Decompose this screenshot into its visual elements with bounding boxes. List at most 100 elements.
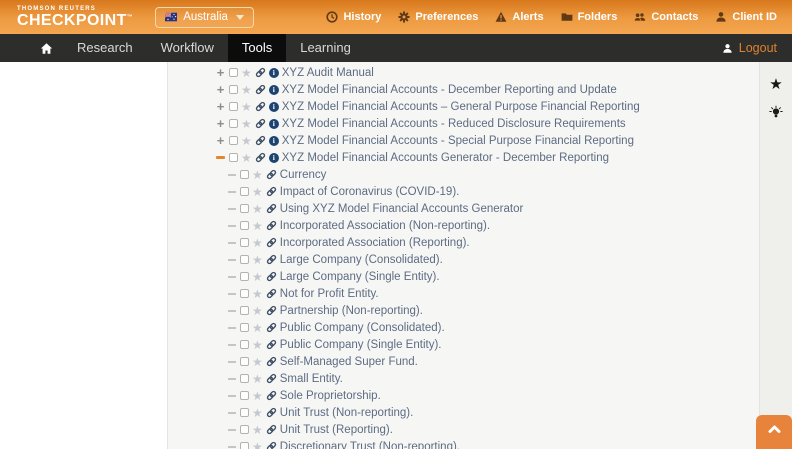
tree-item-label[interactable]: XYZ Audit Manual	[282, 67, 374, 79]
tab-tools[interactable]: Tools	[228, 34, 286, 62]
checkpoint-logo[interactable]: THOMSON REUTERS CHECKPOINT™	[17, 6, 133, 29]
checkbox[interactable]	[240, 306, 249, 315]
tree-item-label[interactable]: Public Company (Consolidated).	[280, 322, 445, 334]
region-selector[interactable]: Australia	[155, 7, 254, 28]
checkbox[interactable]	[240, 187, 249, 196]
home-icon[interactable]	[40, 42, 53, 55]
checkbox[interactable]	[240, 408, 249, 417]
star-icon[interactable]: ★	[252, 169, 263, 181]
tree-item-label[interactable]: Incorporated Association (Reporting).	[280, 237, 470, 249]
info-icon[interactable]: i	[269, 153, 279, 163]
star-icon[interactable]: ★	[252, 407, 263, 419]
star-icon[interactable]: ★	[252, 288, 263, 300]
checkbox[interactable]	[240, 323, 249, 332]
tree-item-label[interactable]: Self-Managed Super Fund.	[280, 356, 418, 368]
checkbox[interactable]	[240, 289, 249, 298]
tree-item-label[interactable]: Using XYZ Model Financial Accounts Gener…	[280, 203, 524, 215]
link-icon[interactable]	[266, 322, 277, 333]
back-to-top-button[interactable]	[756, 415, 792, 449]
expand-plus-icon[interactable]: +	[215, 100, 226, 113]
collapse-minus-icon[interactable]	[215, 156, 226, 159]
tab-learning[interactable]: Learning	[286, 34, 365, 62]
tree-item-label[interactable]: Currency	[280, 169, 327, 181]
tree-item-label[interactable]: XYZ Model Financial Accounts - Reduced D…	[282, 118, 626, 130]
checkbox[interactable]	[229, 136, 238, 145]
checkbox[interactable]	[240, 374, 249, 383]
tree-item-label[interactable]: Unit Trust (Non-reporting).	[280, 407, 414, 419]
checkbox[interactable]	[240, 255, 249, 264]
tree-item-label[interactable]: Large Company (Single Entity).	[280, 271, 440, 283]
checkbox[interactable]	[240, 221, 249, 230]
tab-workflow[interactable]: Workflow	[147, 34, 228, 62]
link-icon[interactable]	[255, 84, 266, 95]
expand-plus-icon[interactable]: +	[215, 66, 226, 79]
utility-alerts[interactable]: Alerts	[495, 11, 543, 23]
info-icon[interactable]: i	[269, 68, 279, 78]
tree-item-label[interactable]: Partnership (Non-reporting).	[280, 305, 423, 317]
star-icon[interactable]: ★	[252, 254, 263, 266]
info-icon[interactable]: i	[269, 85, 279, 95]
tab-research[interactable]: Research	[63, 34, 147, 62]
star-icon[interactable]: ★	[241, 118, 252, 130]
tree-item-label[interactable]: Discretionary Trust (Non-reporting).	[280, 441, 460, 449]
checkbox[interactable]	[229, 153, 238, 162]
star-icon[interactable]: ★	[252, 186, 263, 198]
link-icon[interactable]	[255, 118, 266, 129]
tree-item-label[interactable]: Unit Trust (Reporting).	[280, 424, 393, 436]
link-icon[interactable]	[266, 237, 277, 248]
tree-item-label[interactable]: XYZ Model Financial Accounts - December …	[282, 84, 617, 96]
checkbox[interactable]	[240, 170, 249, 179]
link-icon[interactable]	[266, 254, 277, 265]
link-icon[interactable]	[266, 407, 277, 418]
utility-preferences[interactable]: Preferences	[398, 11, 478, 23]
link-icon[interactable]	[266, 305, 277, 316]
utility-contacts[interactable]: Contacts	[634, 11, 698, 23]
expand-plus-icon[interactable]: +	[215, 134, 226, 147]
link-icon[interactable]	[266, 339, 277, 350]
link-icon[interactable]	[266, 220, 277, 231]
tree-item-label[interactable]: Not for Profit Entity.	[280, 288, 379, 300]
info-icon[interactable]: i	[269, 102, 279, 112]
star-icon[interactable]: ★	[252, 373, 263, 385]
star-icon[interactable]: ★	[252, 271, 263, 283]
link-icon[interactable]	[255, 101, 266, 112]
checkbox[interactable]	[240, 442, 249, 449]
link-icon[interactable]	[266, 186, 277, 197]
star-icon[interactable]: ★	[241, 152, 252, 164]
checkbox[interactable]	[240, 357, 249, 366]
checkbox[interactable]	[229, 85, 238, 94]
tree-item-label[interactable]: Public Company (Single Entity).	[280, 339, 442, 351]
tree-item-label[interactable]: Incorporated Association (Non-reporting)…	[280, 220, 490, 232]
star-icon[interactable]: ★	[241, 84, 252, 96]
tree-item-label[interactable]: Large Company (Consolidated).	[280, 254, 443, 266]
star-icon[interactable]: ★	[252, 322, 263, 334]
tree-item-label[interactable]: Sole Proprietorship.	[280, 390, 381, 402]
utility-history[interactable]: History	[326, 11, 381, 23]
favorites-star-icon[interactable]: ★	[769, 77, 782, 92]
link-icon[interactable]	[266, 424, 277, 435]
star-icon[interactable]: ★	[241, 67, 252, 79]
expand-plus-icon[interactable]: +	[215, 83, 226, 96]
lightbulb-icon[interactable]	[769, 105, 783, 119]
checkbox[interactable]	[240, 340, 249, 349]
checkbox[interactable]	[240, 238, 249, 247]
checkbox[interactable]	[240, 391, 249, 400]
tree-item-label[interactable]: XYZ Model Financial Accounts - Special P…	[282, 135, 634, 147]
link-icon[interactable]	[266, 169, 277, 180]
link-icon[interactable]	[266, 373, 277, 384]
info-icon[interactable]: i	[269, 119, 279, 129]
utility-folders[interactable]: Folders	[561, 11, 618, 23]
tree-item-label[interactable]: Impact of Coronavirus (COVID-19).	[280, 186, 460, 198]
checkbox[interactable]	[240, 425, 249, 434]
link-icon[interactable]	[266, 390, 277, 401]
checkbox[interactable]	[240, 204, 249, 213]
link-icon[interactable]	[266, 271, 277, 282]
info-icon[interactable]: i	[269, 136, 279, 146]
checkbox[interactable]	[229, 68, 238, 77]
star-icon[interactable]: ★	[252, 390, 263, 402]
tree-item-label[interactable]: Small Entity.	[280, 373, 343, 385]
utility-client-id[interactable]: Client ID	[715, 11, 777, 23]
expand-plus-icon[interactable]: +	[215, 117, 226, 130]
link-icon[interactable]	[266, 203, 277, 214]
tree-item-label[interactable]: XYZ Model Financial Accounts – General P…	[282, 101, 640, 113]
